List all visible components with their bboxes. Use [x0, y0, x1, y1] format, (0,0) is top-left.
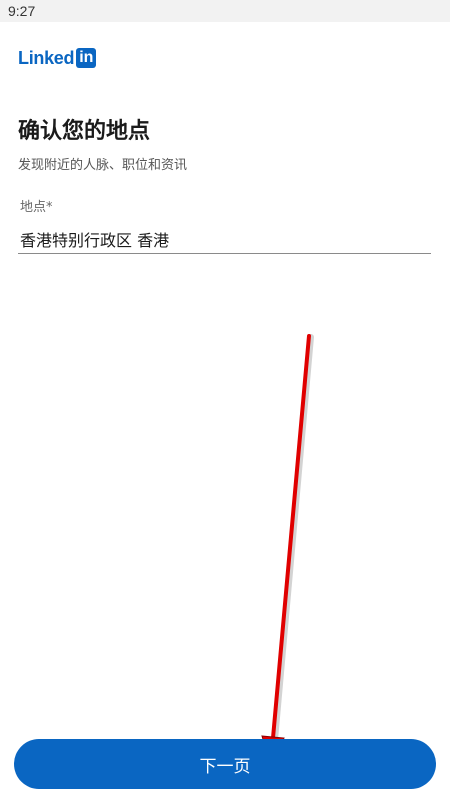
status-time: 9:27 [8, 3, 36, 19]
logo-in-box: in [76, 48, 97, 68]
status-bar: 9:27 [0, 0, 450, 22]
linkedin-logo: Linked in [18, 47, 97, 69]
location-input[interactable] [18, 224, 431, 254]
next-button[interactable]: 下一页 [14, 739, 436, 789]
logo-word: Linked [18, 48, 75, 68]
red-arrow-shaft [272, 334, 314, 743]
screen: 9:27 Linkedin 确认您的地点 发现附近的人脉、职位和资讯 地点* 下… [0, 0, 450, 800]
page-subtitle: 发现附近的人脉、职位和资讯 [18, 158, 188, 173]
red-arrow-shaft-fill [271, 334, 311, 740]
location-label: 地点* [20, 200, 53, 215]
page-title: 确认您的地点 [18, 119, 151, 144]
